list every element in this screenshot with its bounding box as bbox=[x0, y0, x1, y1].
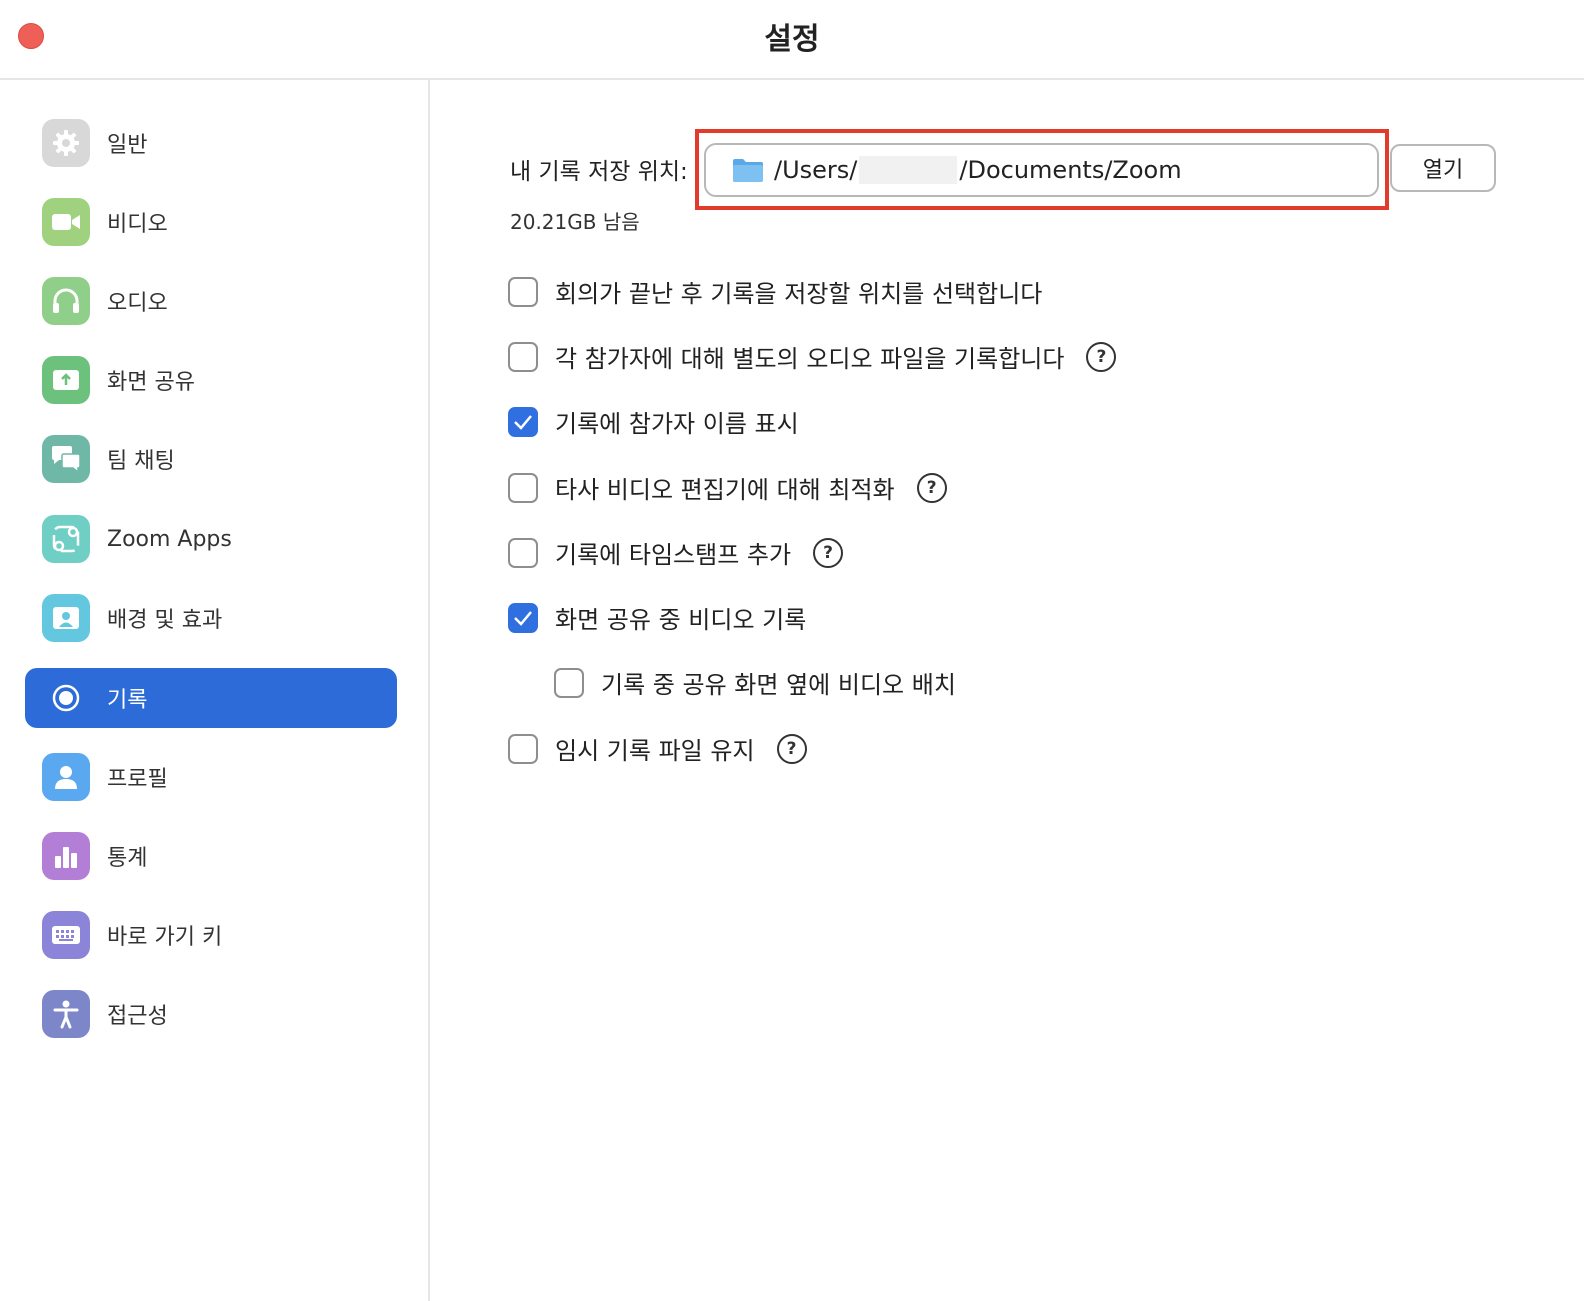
apps-icon bbox=[42, 515, 90, 563]
checkbox[interactable] bbox=[554, 667, 584, 698]
sidebar-item-profile[interactable]: 프로필 bbox=[25, 747, 397, 807]
checkbox[interactable] bbox=[508, 537, 538, 568]
record-icon bbox=[42, 674, 90, 722]
checkmark-icon bbox=[514, 414, 532, 430]
sidebar-item-video[interactable]: 비디오 bbox=[25, 192, 397, 252]
option-label: 화면 공유 중 비디오 기록 bbox=[555, 606, 807, 634]
sidebar-item-label: 통계 bbox=[107, 846, 148, 871]
headphones-icon bbox=[42, 277, 90, 325]
open-folder-button[interactable]: 열기 bbox=[1390, 144, 1496, 192]
sidebar-item-label: 비디오 bbox=[107, 212, 168, 237]
share-screen-icon bbox=[42, 356, 90, 404]
bar-chart-icon bbox=[42, 832, 90, 880]
sidebar-item-recording[interactable]: 기록 bbox=[25, 668, 397, 728]
window-title: 설정 bbox=[764, 22, 820, 57]
sidebar-item-background-effects[interactable]: 배경 및 효과 bbox=[25, 588, 397, 648]
help-icon[interactable]: ? bbox=[776, 733, 807, 764]
option-label: 회의가 끝난 후 기록을 저장할 위치를 선택합니다 bbox=[555, 280, 1043, 308]
sidebar-item-label: 화면 공유 bbox=[107, 370, 195, 395]
settings-sidebar: 일반 비디오 오디오 화면 공유 팀 채팅 Zoom Apps 배경 및 효과 … bbox=[0, 80, 430, 1301]
sidebar-item-label: 기록 bbox=[107, 688, 148, 713]
sidebar-item-accessibility[interactable]: 접근성 bbox=[25, 984, 397, 1044]
sidebar-item-label: 오디오 bbox=[107, 291, 168, 316]
person-icon bbox=[42, 753, 90, 801]
option-label: 기록에 참가자 이름 표시 bbox=[555, 410, 799, 438]
sidebar-item-label: Zoom Apps bbox=[107, 526, 232, 552]
accessibility-icon bbox=[42, 990, 90, 1038]
option-add-timestamp[interactable]: 기록에 타임스탬프 추가 ? bbox=[508, 535, 844, 570]
sidebar-item-team-chat[interactable]: 팀 채팅 bbox=[25, 429, 397, 489]
option-keep-temp-files[interactable]: 임시 기록 파일 유지 ? bbox=[508, 731, 807, 766]
gear-icon bbox=[42, 119, 90, 167]
title-bar: 설정 bbox=[0, 0, 1584, 80]
checkbox[interactable] bbox=[508, 341, 538, 372]
option-separate-audio-files[interactable]: 각 참가자에 대해 별도의 오디오 파일을 기록합니다 ? bbox=[508, 339, 1117, 374]
sidebar-item-label: 일반 bbox=[107, 133, 148, 158]
option-record-video-during-share[interactable]: 화면 공유 중 비디오 기록 bbox=[508, 600, 806, 635]
option-show-participant-names[interactable]: 기록에 참가자 이름 표시 bbox=[508, 404, 799, 439]
background-portrait-icon bbox=[42, 594, 90, 642]
path-highlight-box bbox=[695, 129, 1389, 210]
sidebar-item-statistics[interactable]: 통계 bbox=[25, 826, 397, 886]
option-label: 임시 기록 파일 유지 bbox=[555, 737, 755, 765]
sidebar-item-label: 접근성 bbox=[107, 1004, 168, 1029]
free-space-text: 20.21GB 남음 bbox=[510, 210, 640, 234]
option-place-video-next-to-share[interactable]: 기록 중 공유 화면 옆에 비디오 배치 bbox=[554, 665, 956, 700]
checkbox[interactable] bbox=[508, 472, 538, 503]
sidebar-item-share-screen[interactable]: 화면 공유 bbox=[25, 350, 397, 410]
sidebar-item-label: 배경 및 효과 bbox=[107, 608, 223, 633]
option-label: 각 참가자에 대해 별도의 오디오 파일을 기록합니다 bbox=[555, 345, 1065, 373]
checkbox-checked[interactable] bbox=[508, 602, 538, 633]
sidebar-item-label: 팀 채팅 bbox=[107, 449, 175, 474]
option-label: 타사 비디오 편집기에 대해 최적화 bbox=[555, 476, 895, 504]
checkbox-checked[interactable] bbox=[508, 406, 538, 437]
sidebar-item-general[interactable]: 일반 bbox=[25, 113, 397, 173]
help-icon[interactable]: ? bbox=[813, 537, 844, 568]
recording-settings-panel: 내 기록 저장 위치: /Users/ /Documents/Zoom 열기 2… bbox=[432, 80, 1584, 1301]
sidebar-item-label: 프로필 bbox=[107, 767, 168, 792]
option-optimize-3rd-party-editor[interactable]: 타사 비디오 편집기에 대해 최적화 ? bbox=[508, 470, 947, 505]
checkmark-icon bbox=[514, 610, 532, 626]
option-choose-location-after-meeting[interactable]: 회의가 끝난 후 기록을 저장할 위치를 선택합니다 bbox=[508, 274, 1042, 309]
checkbox[interactable] bbox=[508, 733, 538, 764]
keyboard-icon bbox=[42, 911, 90, 959]
sidebar-item-zoom-apps[interactable]: Zoom Apps bbox=[25, 509, 397, 569]
option-label: 기록에 타임스탬프 추가 bbox=[555, 541, 792, 569]
chat-bubbles-icon bbox=[42, 435, 90, 483]
help-icon[interactable]: ? bbox=[1086, 341, 1117, 372]
sidebar-item-audio[interactable]: 오디오 bbox=[25, 271, 397, 331]
help-icon[interactable]: ? bbox=[916, 472, 947, 503]
video-camera-icon bbox=[42, 198, 90, 246]
option-label: 기록 중 공유 화면 옆에 비디오 배치 bbox=[601, 671, 956, 699]
sidebar-item-shortcut-keys[interactable]: 바로 가기 키 bbox=[25, 905, 397, 965]
checkbox[interactable] bbox=[508, 276, 538, 307]
recording-location-label: 내 기록 저장 위치: bbox=[510, 159, 688, 185]
sidebar-item-label: 바로 가기 키 bbox=[107, 925, 223, 950]
